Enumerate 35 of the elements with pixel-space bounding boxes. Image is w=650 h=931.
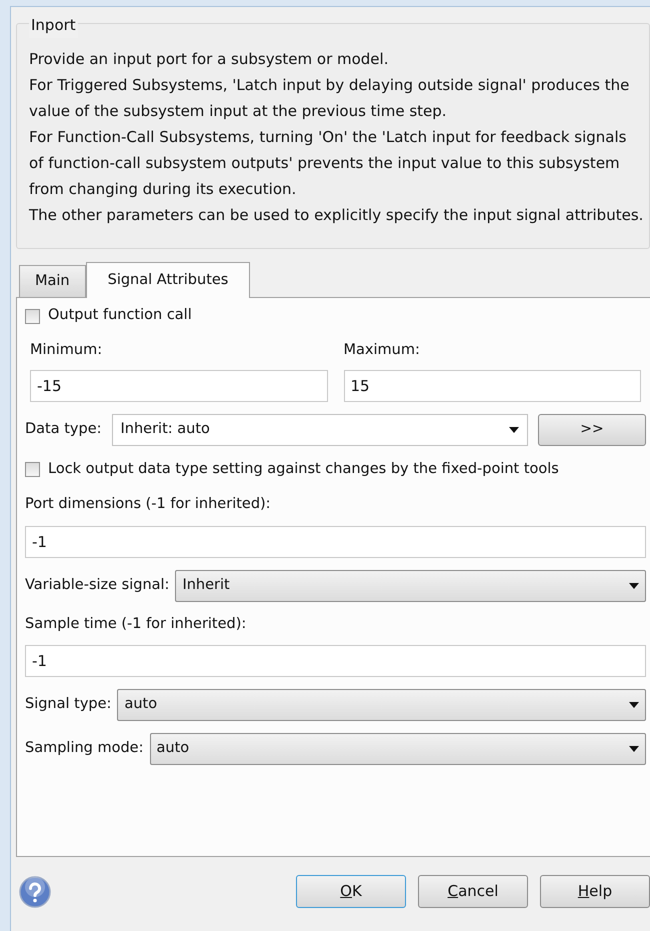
dropdown[interactable]: auto [117,689,646,722]
caret-icon [509,426,519,433]
dropdown[interactable]: auto [150,733,646,766]
input-field[interactable]: -1 [25,526,646,558]
field-label: Port dimensions (-1 for inherited): [25,494,272,514]
description-text: The other parameters can be used to explicitly specify the input signal attributes. [29,205,644,226]
help-icon[interactable] [19,876,51,908]
dropdown[interactable]: Inherit [175,570,646,602]
input-field[interactable]: -15 [30,370,328,402]
expand-button[interactable]: >> [538,414,646,446]
dialog-button[interactable]: OK [296,875,406,908]
caret-icon [629,746,639,752]
field-label: Minimum: [30,341,104,360]
caret-icon [629,582,639,588]
field-label: Data type: [25,420,102,439]
checkbox[interactable] [25,462,40,478]
description-text: For Function-Call Subsystems, turning 'On' the 'Latch input for feedback signals of function-call subsystem outputs' prevents the input value to this subsystem from changing during its execution. [29,127,628,200]
field-label: Sample time (-1 for inherited): [25,614,248,634]
field-label: Maximum: [344,341,421,360]
description-text: For Triggered Subsystems, 'Latch input by delaying outside signal' produces the value of the subsystem input at the previous time step. [29,75,630,122]
tab[interactable]: Main [19,265,86,297]
input-field[interactable]: -1 [25,645,646,678]
input-field[interactable]: 15 [344,370,641,402]
dialog-button[interactable]: Cancel [418,875,528,908]
field-label: Sampling mode: [25,739,144,758]
caret-icon [629,702,639,708]
field-label: Variable-size signal: [25,576,170,595]
dialog-button[interactable]: Help [540,875,650,908]
tab[interactable]: Signal Attributes [86,262,250,298]
checkbox-label: Output function call [48,306,192,326]
field-label: Signal type: [25,695,112,714]
checkbox-label: Lock output data type setting against changes by the fixed-point tools [48,460,559,479]
dropdown[interactable]: Inherit: auto [112,414,528,446]
description-text: Provide an input port for a subsystem or model. [29,49,390,70]
checkbox[interactable] [25,308,40,324]
